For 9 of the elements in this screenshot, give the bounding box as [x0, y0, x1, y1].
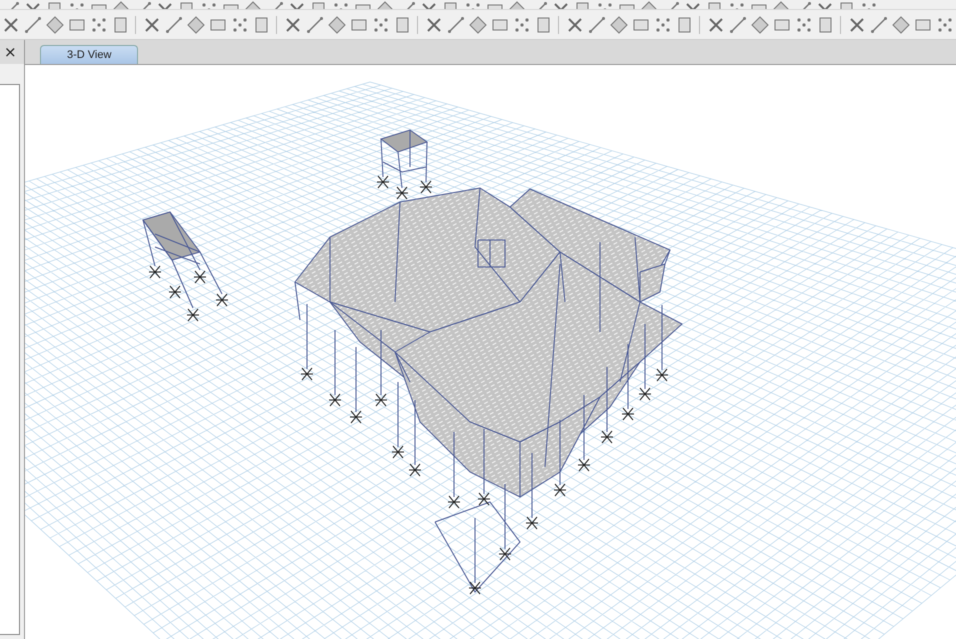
- diagonal-line-icon[interactable]: [588, 16, 606, 34]
- view-tab[interactable]: 3-D View: [40, 45, 138, 64]
- diagonal-line-icon[interactable]: [447, 16, 465, 34]
- diagonal-line-icon[interactable]: [729, 16, 747, 34]
- diagonal-line-icon[interactable]: [870, 16, 888, 34]
- diagonal-line-icon[interactable]: [24, 16, 42, 34]
- diagonal-line-icon[interactable]: [165, 16, 183, 34]
- small-frame-drawing: [376, 129, 432, 200]
- diagonal-line-icon[interactable]: [306, 16, 324, 34]
